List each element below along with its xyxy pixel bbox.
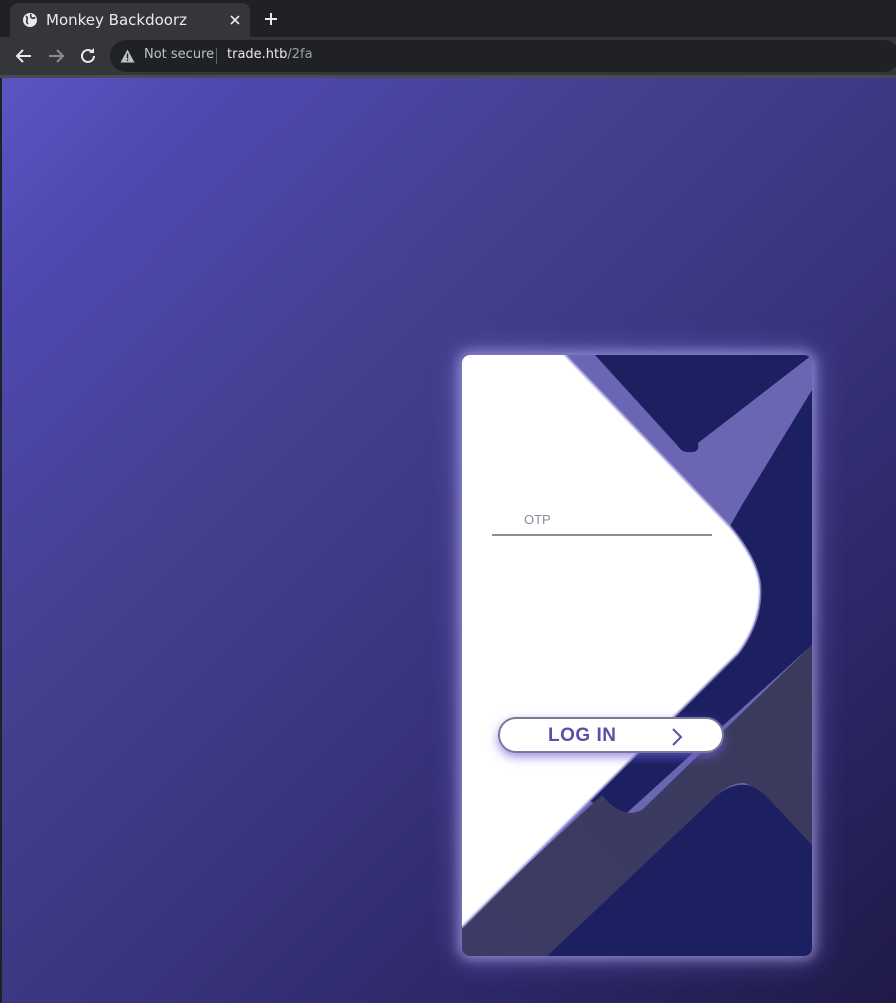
- new-tab-button[interactable]: [259, 7, 283, 31]
- reload-icon[interactable]: [78, 46, 98, 66]
- login-button-label: LOG IN: [548, 725, 617, 746]
- page-viewport: OTP LOG IN: [2, 78, 896, 1003]
- omnibox-divider: [216, 48, 217, 64]
- login-button[interactable]: LOG IN: [498, 717, 724, 753]
- close-icon[interactable]: [227, 12, 243, 28]
- otp-field[interactable]: OTP: [492, 508, 712, 536]
- browser-tab[interactable]: Monkey Backdoorz: [10, 3, 250, 37]
- url-text[interactable]: trade.htb/2fa: [227, 47, 313, 62]
- card-background: [462, 355, 812, 956]
- plus-icon: [265, 13, 277, 25]
- tab-title: Monkey Backdoorz: [46, 11, 187, 29]
- otp-placeholder: OTP: [524, 512, 551, 527]
- otp-underline: [492, 534, 712, 536]
- browser-tabstrip: Monkey Backdoorz: [0, 0, 896, 37]
- login-card: OTP LOG IN: [462, 355, 812, 956]
- chevron-right-icon: [672, 728, 683, 746]
- back-arrow-icon[interactable]: [14, 46, 34, 66]
- forward-arrow-icon[interactable]: [46, 46, 66, 66]
- security-status[interactable]: Not secure: [144, 47, 214, 62]
- address-bar[interactable]: Not secure trade.htb/2fa: [110, 40, 896, 72]
- warning-icon[interactable]: [120, 49, 135, 63]
- url-host: trade.htb: [227, 47, 288, 62]
- browser-toolbar: Not secure trade.htb/2fa: [0, 37, 896, 75]
- url-path: /2fa: [287, 47, 313, 62]
- globe-icon: [23, 13, 37, 27]
